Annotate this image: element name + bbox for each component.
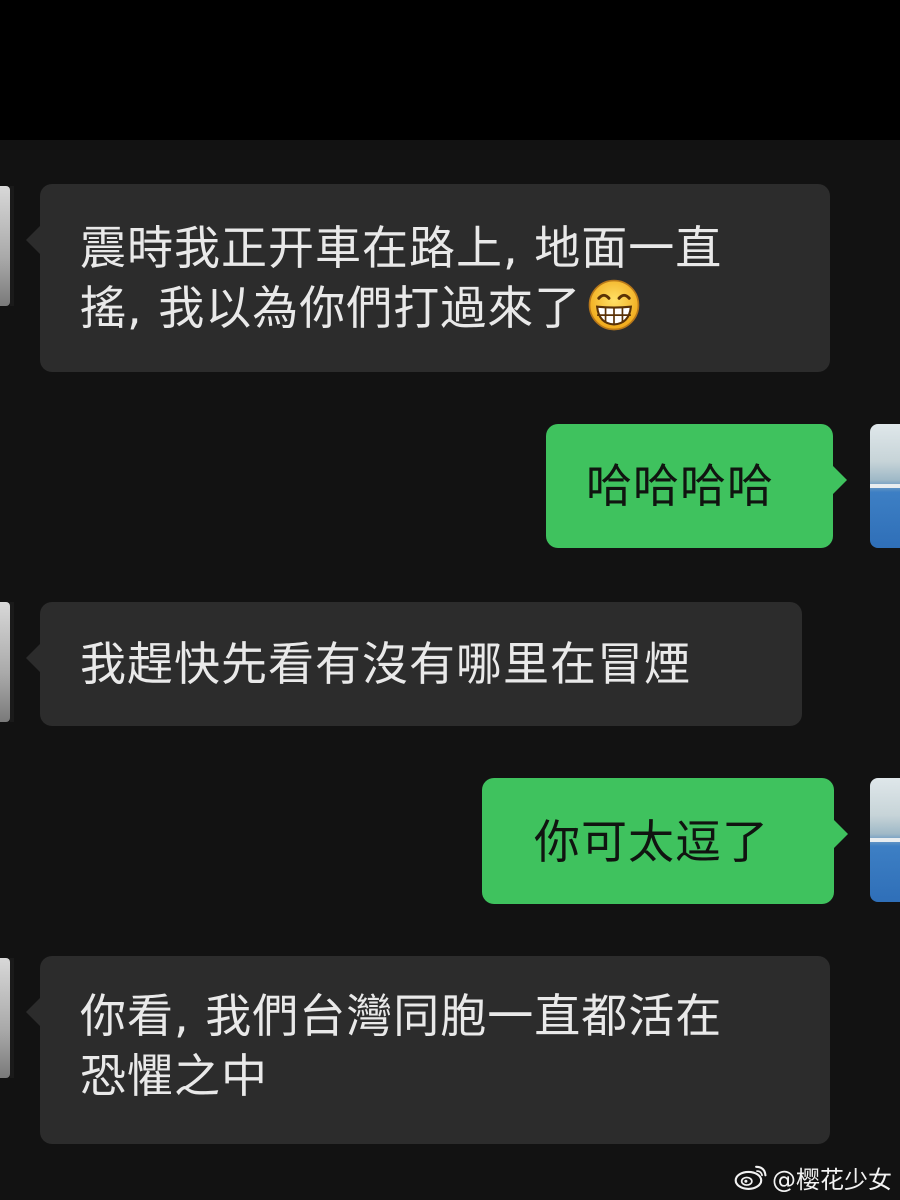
contact-avatar[interactable] (0, 602, 14, 722)
watermark-text: @樱花少女 (772, 1165, 892, 1194)
incoming-message-bubble[interactable]: 我趕快先看有沒有哪里在冒煙 (26, 602, 802, 726)
message-text-line: 恐懼之中 (80, 1049, 268, 1103)
my-avatar[interactable] (870, 424, 900, 548)
message-text-line-with-emoji: 搖, 我以為你們打過來了 (80, 278, 790, 338)
message-text-line: 哈哈哈哈 (586, 459, 774, 513)
outgoing-message-bubble[interactable]: 你可太逗了 (482, 778, 848, 904)
watermark: @樱花少女 (734, 1162, 892, 1194)
outgoing-message-bubble[interactable]: 哈哈哈哈 (546, 424, 847, 548)
message-text-line: 震時我正开車在路上, 地面一直 (80, 221, 723, 275)
message-text-line: 搖, 我以為你們打過來了 (80, 281, 582, 335)
incoming-message-bubble[interactable]: 你看, 我們台灣同胞一直都活在 恐懼之中 (26, 956, 830, 1144)
contact-avatar[interactable] (0, 186, 14, 306)
message-text-line: 我趕快先看有沒有哪里在冒煙 (80, 637, 691, 691)
contact-avatar[interactable] (0, 958, 14, 1078)
message-text-line: 你看, 我們台灣同胞一直都活在 (80, 989, 723, 1043)
weibo-icon (734, 1165, 767, 1190)
message-text-line: 你可太逗了 (534, 815, 769, 869)
incoming-message-bubble[interactable]: 震時我正开車在路上, 地面一直 搖, 我以為你們打過來了 (26, 184, 830, 372)
grinning-face-emoji-icon (588, 279, 640, 331)
status-bar-area (0, 0, 900, 140)
my-avatar[interactable] (870, 778, 900, 902)
